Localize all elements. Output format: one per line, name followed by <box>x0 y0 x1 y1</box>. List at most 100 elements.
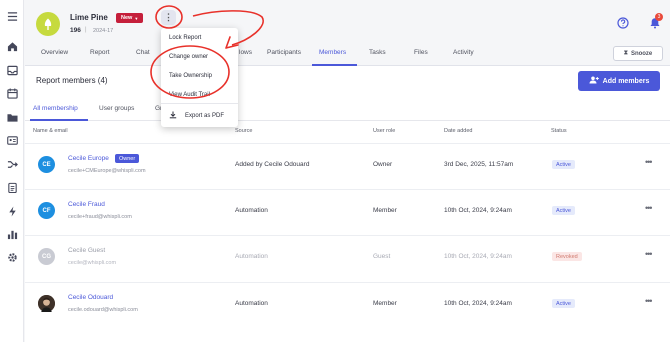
menu-item-export-pdf[interactable]: Export as PDF <box>169 111 224 121</box>
avatar <box>38 295 55 312</box>
notification-count-badge: 3 <box>655 13 663 21</box>
status-badge-label: New <box>121 15 133 21</box>
membership-subtabs: All membership User groups Gr <box>25 99 670 121</box>
row-more-icon[interactable]: ••• <box>645 249 653 259</box>
member-date-added: 10th Oct, 2024, 9:24am <box>444 253 512 260</box>
tab-activity[interactable]: Activity <box>453 49 474 56</box>
export-pdf-label: Export as PDF <box>185 113 225 119</box>
tab-workflows[interactable]: lows <box>239 49 252 56</box>
menu-item-change-owner[interactable]: Change owner <box>169 54 208 60</box>
avatar: CE <box>38 156 55 173</box>
member-email: cecile+CMEurope@whispli.com <box>68 168 146 174</box>
table-row[interactable]: Cecile Odouard cecile.odouard@whispli.co… <box>25 282 670 328</box>
tab-overview[interactable]: Overview <box>41 49 68 56</box>
status-badge: Active <box>552 160 575 169</box>
tab-participants[interactable]: Participants <box>267 49 301 56</box>
menu-item-view-audit-trail[interactable]: View Audit Trail <box>169 92 210 98</box>
column-header-source: Source <box>235 128 253 134</box>
row-more-icon[interactable]: ••• <box>645 157 653 167</box>
folder-icon[interactable] <box>6 111 18 123</box>
more-options-button[interactable]: ⋮ <box>161 10 176 25</box>
column-header-date: Date added <box>444 128 473 134</box>
avatar: CG <box>38 248 55 265</box>
tree-avatar-icon <box>36 12 60 36</box>
main-area: Lime Pine New ▼ ⋮ 196 | 2024-17 3 Overvi… <box>25 0 670 342</box>
status-badge: Active <box>552 206 575 215</box>
report-options-menu: Lock Report Change owner Take Ownership … <box>161 28 238 127</box>
clipboard-icon[interactable] <box>6 181 18 193</box>
members-panel: Report members (4) Add members All membe… <box>25 66 670 342</box>
menu-item-take-ownership[interactable]: Take Ownership <box>169 73 212 79</box>
merge-icon[interactable] <box>6 158 18 170</box>
tab-files[interactable]: Files <box>414 49 428 56</box>
status-badge: Active <box>552 299 575 308</box>
column-header-role: User role <box>373 128 396 134</box>
kebab-icon: ⋮ <box>164 12 173 22</box>
avatar-photo <box>38 295 55 312</box>
member-name[interactable]: Cecile Guest <box>68 247 105 254</box>
member-role: Member <box>373 300 397 307</box>
menu-icon[interactable] <box>6 10 18 22</box>
report-header: Lime Pine New ▼ ⋮ 196 | 2024-17 3 Overvi… <box>25 0 670 66</box>
report-number: 196 <box>70 27 81 34</box>
inbox-icon[interactable] <box>6 64 18 76</box>
status-badge[interactable]: New ▼ <box>116 13 144 23</box>
member-source: Automation <box>235 207 268 214</box>
add-user-icon <box>589 76 599 86</box>
tab-chat[interactable]: Chat <box>136 49 150 56</box>
member-email: cecile@whispli.com <box>68 260 117 266</box>
snooze-label: Snooze <box>630 50 653 57</box>
row-more-icon[interactable]: ••• <box>645 296 653 306</box>
member-email: cecile.odouard@whispli.com <box>68 307 138 313</box>
member-name[interactable]: Cecile Odouard <box>68 294 113 301</box>
member-source: Automation <box>235 300 268 307</box>
gear-icon[interactable] <box>6 251 18 263</box>
tab-tasks[interactable]: Tasks <box>369 49 386 56</box>
subtab-all-membership[interactable]: All membership <box>33 105 78 112</box>
member-email: cecile+fraud@whispli.com <box>68 214 132 220</box>
tab-members[interactable]: Members <box>319 49 346 56</box>
member-date-added: 10th Oct, 2024, 9:24am <box>444 207 512 214</box>
id-card-icon[interactable] <box>6 134 18 146</box>
member-name[interactable]: Cecile Europe <box>68 155 109 162</box>
member-role: Member <box>373 207 397 214</box>
chevron-down-icon: ▼ <box>134 15 139 21</box>
avatar: CF <box>38 202 55 219</box>
report-separator: | <box>85 27 87 33</box>
member-name[interactable]: Cecile Fraud <box>68 201 105 208</box>
subtab-user-groups[interactable]: User groups <box>99 105 134 112</box>
member-source: Automation <box>235 253 268 260</box>
lightning-icon[interactable] <box>6 205 18 217</box>
member-role: Guest <box>373 253 391 260</box>
owner-badge: Owner <box>115 154 140 163</box>
member-role: Owner <box>373 161 393 168</box>
bar-chart-icon[interactable] <box>6 228 18 240</box>
status-badge: Revoked <box>552 252 582 261</box>
help-icon[interactable] <box>617 16 629 29</box>
column-header-status: Status <box>551 128 567 134</box>
menu-divider <box>161 103 238 104</box>
snooze-button[interactable]: ⧗ Snooze <box>613 46 663 61</box>
member-source: Added by Cecile Odouard <box>235 161 310 168</box>
tab-report[interactable]: Report <box>90 49 110 56</box>
member-date-added: 10th Oct, 2024, 9:24am <box>444 300 512 307</box>
report-title: Lime Pine <box>70 13 108 22</box>
member-date-added: 3rd Dec, 2025, 11:57am <box>444 161 514 168</box>
add-members-button[interactable]: Add members <box>578 71 660 91</box>
column-header-name: Name & email <box>33 128 68 134</box>
report-date: 2024-17 <box>93 28 114 34</box>
page-title: Report members (4) <box>36 76 108 85</box>
sidebar <box>0 0 24 342</box>
menu-item-lock-report[interactable]: Lock Report <box>169 35 201 41</box>
table-row[interactable]: CF Cecile Fraud cecile+fraud@whispli.com… <box>25 189 670 235</box>
row-more-icon[interactable]: ••• <box>645 203 653 213</box>
add-members-label: Add members <box>602 77 650 85</box>
report-tabs: Overview Report Chat lows Participants M… <box>25 44 670 66</box>
table-row[interactable]: CG Cecile Guest cecile@whispli.com Autom… <box>25 235 670 281</box>
calendar-icon[interactable] <box>6 87 18 99</box>
active-subtab-indicator <box>30 119 88 121</box>
table-row[interactable]: CE Cecile Europe Owner cecile+CMEurope@w… <box>25 143 670 189</box>
hourglass-icon: ⧗ <box>623 50 628 56</box>
home-icon[interactable] <box>6 40 18 52</box>
download-icon <box>169 111 177 121</box>
